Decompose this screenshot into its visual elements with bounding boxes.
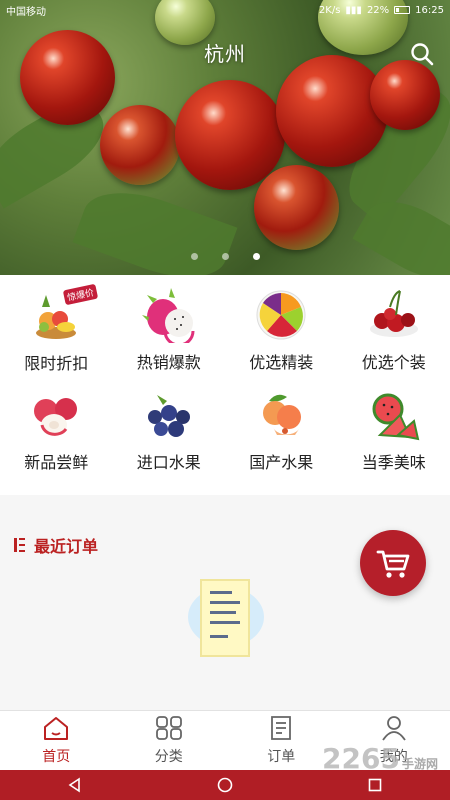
category-hot-sale[interactable]: 热销爆款 [113, 287, 226, 387]
search-icon[interactable] [410, 42, 434, 66]
tab-label: 首页 [42, 749, 71, 765]
banner-jujube [254, 165, 339, 250]
carousel-dot-active[interactable] [252, 253, 260, 260]
recent-orders-section: 最近订单 [0, 495, 450, 710]
dragon-fruit-icon [141, 288, 195, 343]
city-selector[interactable]: 杭州 [0, 38, 450, 67]
category-label: 限时折扣 [24, 354, 89, 373]
status-bar: 中国移动 2K/s ▮▮▮ 22% 16:25 [0, 0, 450, 20]
order-document-icon [271, 716, 292, 740]
category-domestic[interactable]: 国产水果 [225, 387, 338, 487]
category-grid-icon [155, 716, 182, 740]
carrier-label: 中国移动 [6, 6, 46, 18]
category-seasonal[interactable]: 当季美味 [338, 387, 450, 487]
carousel-indicator [0, 253, 450, 260]
category-label: 国产水果 [249, 453, 314, 472]
category-label: 进口水果 [136, 453, 201, 472]
empty-orders-illustration [186, 577, 266, 667]
home-icon [44, 717, 69, 740]
tab-label: 订单 [267, 749, 296, 765]
category-selected-pack[interactable]: 优选精装 [225, 287, 338, 387]
cart-icon [376, 550, 410, 578]
banner-jujube [370, 60, 440, 130]
orders-list-icon [14, 538, 26, 552]
category-imported[interactable]: 进口水果 [113, 387, 226, 487]
battery-icon [394, 6, 411, 14]
watermark-suffix: 手游网 [401, 757, 438, 771]
cherries-icon [369, 290, 418, 337]
category-label: 优选精装 [249, 353, 314, 372]
banner-jujube [175, 80, 285, 190]
recent-orders-title: 最近订单 [34, 537, 99, 556]
category-limited-discount[interactable]: 惊爆价 限时折扣 [0, 283, 113, 387]
category-new-taste[interactable]: 新品尝鲜 [0, 387, 113, 487]
network-speed: 2K/s [318, 4, 341, 16]
battery-percent: 22% [366, 4, 390, 16]
home-circle-icon[interactable] [217, 777, 233, 793]
hero-banner[interactable]: 中国移动 2K/s ▮▮▮ 22% 16:25 杭州 [0, 0, 450, 275]
cart-button[interactable] [360, 530, 426, 596]
recent-orders-header: 最近订单 [14, 533, 98, 557]
recents-icon[interactable] [367, 777, 383, 793]
banner-jujube [100, 105, 180, 185]
tab-category[interactable]: 分类 [113, 711, 226, 770]
carousel-dot[interactable] [221, 253, 229, 260]
peaches-icon [263, 394, 302, 435]
lychee-icon [34, 398, 78, 436]
tab-orders[interactable]: 订单 [225, 711, 338, 770]
category-label: 当季美味 [361, 453, 426, 472]
clock: 16:25 [415, 4, 444, 16]
back-icon[interactable] [67, 777, 83, 793]
carousel-dot[interactable] [190, 253, 198, 260]
system-nav-bar [0, 770, 450, 800]
category-grid: 惊爆价 限时折扣 热销爆款 优选精装 优选个装 新品尝鲜 进口水果 国产水果 当… [0, 275, 450, 495]
category-single-pack[interactable]: 优选个装 [338, 287, 450, 387]
user-icon [382, 716, 406, 741]
category-label: 热销爆款 [136, 353, 201, 372]
category-label: 新品尝鲜 [24, 453, 89, 472]
blueberries-icon [147, 395, 190, 437]
tab-label: 分类 [154, 749, 183, 765]
signal-icon: ▮▮▮ [345, 4, 362, 16]
banner-jujube [276, 55, 388, 167]
category-label: 优选个装 [361, 353, 426, 372]
tab-home[interactable]: 首页 [0, 711, 113, 770]
watermelon-icon [372, 393, 420, 441]
fruit-platter-icon [256, 290, 306, 340]
